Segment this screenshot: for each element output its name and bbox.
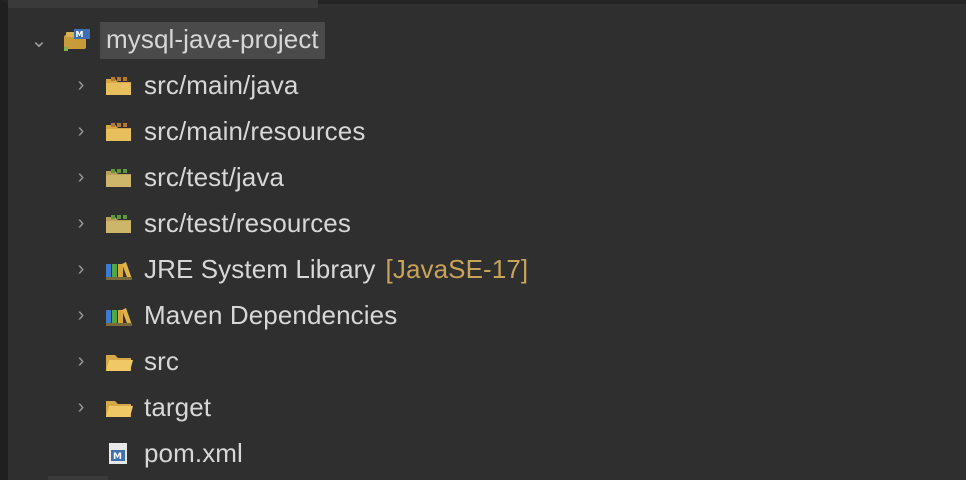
svg-text:M: M [113, 452, 122, 462]
chevron-right-icon[interactable]: › [68, 164, 94, 190]
folder-icon [104, 394, 134, 420]
tree-item-project-root[interactable]: ⌄ M mysql-java-project [8, 18, 966, 62]
tree-item-label: src/test/resources [144, 207, 351, 238]
tree-item-label: Maven Dependencies [144, 299, 398, 330]
chevron-right-icon[interactable]: › [68, 210, 94, 236]
tree-item-src-main-resources[interactable]: › src/main/resources [8, 108, 966, 154]
test-source-folder-icon [104, 164, 134, 190]
test-source-folder-icon [104, 210, 134, 236]
top-edge-row-fragment [8, 0, 318, 8]
tree-item-src-test-resources[interactable]: › src/test/resources [8, 200, 966, 246]
source-folder-icon [104, 72, 134, 98]
tree-item-label: src/main/resources [144, 115, 366, 146]
svg-text:M: M [76, 30, 84, 39]
tree-item-src-test-java[interactable]: › src/test/java [8, 154, 966, 200]
tree-item-label: target [144, 391, 212, 422]
project-explorer-panel: ⌄ M mysql-java-project › src/main/java ›… [0, 0, 966, 480]
maven-project-icon: M [62, 27, 92, 53]
project-tree[interactable]: ⌄ M mysql-java-project › src/main/java ›… [8, 18, 966, 476]
tree-item-label: src [144, 345, 179, 376]
tree-item-label: JRE System Library [144, 253, 376, 284]
tree-item-src[interactable]: › src [8, 338, 966, 384]
chevron-down-icon[interactable]: ⌄ [26, 27, 52, 53]
chevron-right-icon[interactable]: › [68, 394, 94, 420]
library-icon [104, 302, 134, 328]
tree-item-jre-system-library[interactable]: › JRE System Library [JavaSE-17] [8, 246, 966, 292]
chevron-right-icon[interactable]: › [68, 302, 94, 328]
tree-item-pom-xml[interactable]: › M pom.xml [8, 430, 966, 476]
folder-icon [104, 348, 134, 374]
chevron-right-icon[interactable]: › [68, 348, 94, 374]
chevron-right-icon[interactable]: › [68, 256, 94, 282]
library-icon [104, 256, 134, 282]
tree-item-label: src/main/java [144, 69, 299, 100]
tree-item-target[interactable]: › target [8, 384, 966, 430]
tree-item-label: pom.xml [144, 437, 243, 468]
jre-version-decoration: [JavaSE-17] [385, 253, 529, 284]
chevron-right-icon[interactable]: › [68, 72, 94, 98]
bottom-edge-row-fragment [48, 476, 108, 480]
maven-pom-file-icon: M [104, 440, 134, 466]
tree-item-label: src/test/java [144, 161, 285, 192]
tree-item-src-main-java[interactable]: › src/main/java [8, 62, 966, 108]
tree-item-maven-dependencies[interactable]: › Maven Dependencies [8, 292, 966, 338]
project-root-label: mysql-java-project [100, 21, 325, 59]
source-folder-icon [104, 118, 134, 144]
chevron-right-icon[interactable]: › [68, 118, 94, 144]
